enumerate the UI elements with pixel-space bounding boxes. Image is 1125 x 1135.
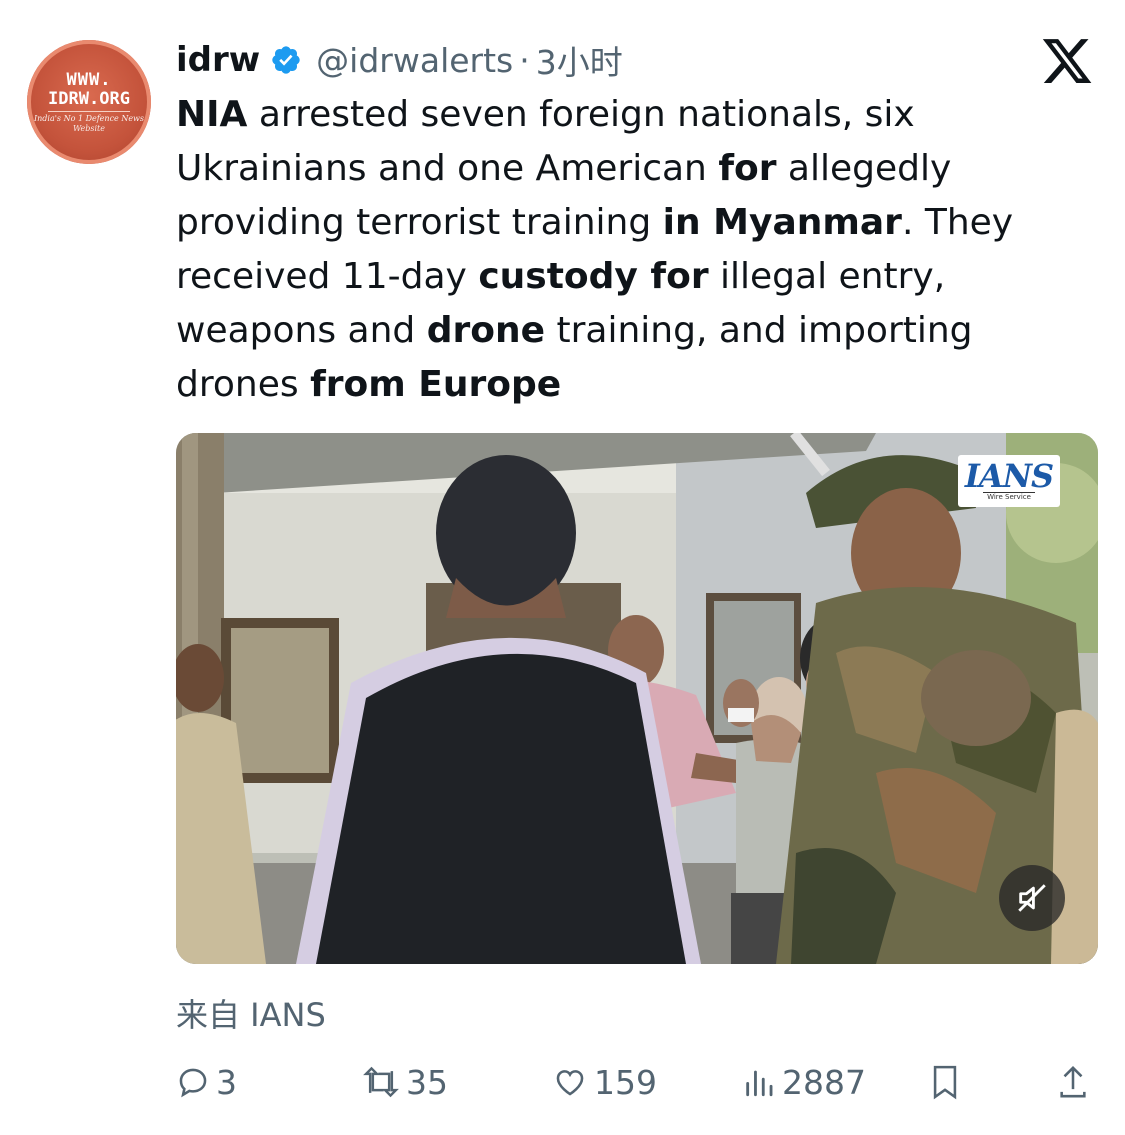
mute-button[interactable] — [999, 865, 1065, 931]
tweet-card: WWW. IDRW.ORG India's No 1 Defence News … — [0, 0, 1125, 1135]
like-count: 159 — [594, 1062, 657, 1102]
source-label[interactable]: 来自 IANS — [176, 990, 326, 1036]
avatar[interactable]: WWW. IDRW.ORG India's No 1 Defence News … — [27, 40, 151, 164]
views-button[interactable]: 2887 — [742, 1058, 866, 1106]
like-icon — [552, 1065, 588, 1099]
tweet-media[interactable]: IANS Wire Service — [176, 433, 1098, 964]
tweet-text-bold: in Myanmar — [662, 202, 902, 243]
like-button[interactable]: 159 — [552, 1058, 657, 1106]
avatar-line-4: Website — [72, 123, 106, 133]
avatar-line-3: India's No 1 Defence News — [33, 113, 145, 123]
avatar-line-2: IDRW.ORG — [48, 89, 130, 112]
media-photo — [176, 433, 1098, 964]
tweet-text-bold: for — [718, 148, 777, 189]
tweet-header: idrw @idrwalerts · 3小时 — [176, 38, 623, 82]
share-icon — [1056, 1063, 1090, 1101]
mute-icon — [1015, 881, 1049, 915]
tweet-text-bold: custody for — [478, 256, 709, 297]
tweet-text: NIA arrested seven foreign nationals, si… — [176, 88, 1081, 412]
share-button[interactable] — [1056, 1058, 1090, 1106]
handle[interactable]: @idrwalerts — [316, 41, 513, 80]
timestamp[interactable]: 3小时 — [536, 36, 623, 84]
separator-dot: · — [519, 40, 530, 80]
repost-icon — [362, 1065, 400, 1099]
tweet-text-bold: from Europe — [310, 364, 562, 405]
avatar-line-1: WWW. — [66, 69, 112, 90]
tweet-text-bold: drone — [426, 310, 546, 351]
ians-subtitle: Wire Service — [983, 492, 1035, 502]
verified-badge-icon — [270, 44, 302, 76]
repost-count: 35 — [406, 1062, 448, 1102]
repost-button[interactable]: 35 — [362, 1058, 448, 1106]
ians-watermark: IANS Wire Service — [958, 455, 1060, 507]
bookmark-icon — [928, 1063, 962, 1101]
reply-icon — [176, 1065, 210, 1099]
reply-count: 3 — [216, 1062, 237, 1102]
tweet-text-bold: NIA — [176, 94, 248, 135]
views-count: 2887 — [782, 1062, 866, 1102]
reply-button[interactable]: 3 — [176, 1058, 237, 1106]
display-name[interactable]: idrw — [176, 40, 260, 80]
action-bar: 3 35 159 2887 — [176, 1058, 1106, 1106]
bookmark-button[interactable] — [928, 1058, 962, 1106]
ians-logo: IANS — [964, 457, 1054, 495]
views-icon — [742, 1065, 776, 1099]
x-logo-icon[interactable] — [1040, 34, 1094, 88]
